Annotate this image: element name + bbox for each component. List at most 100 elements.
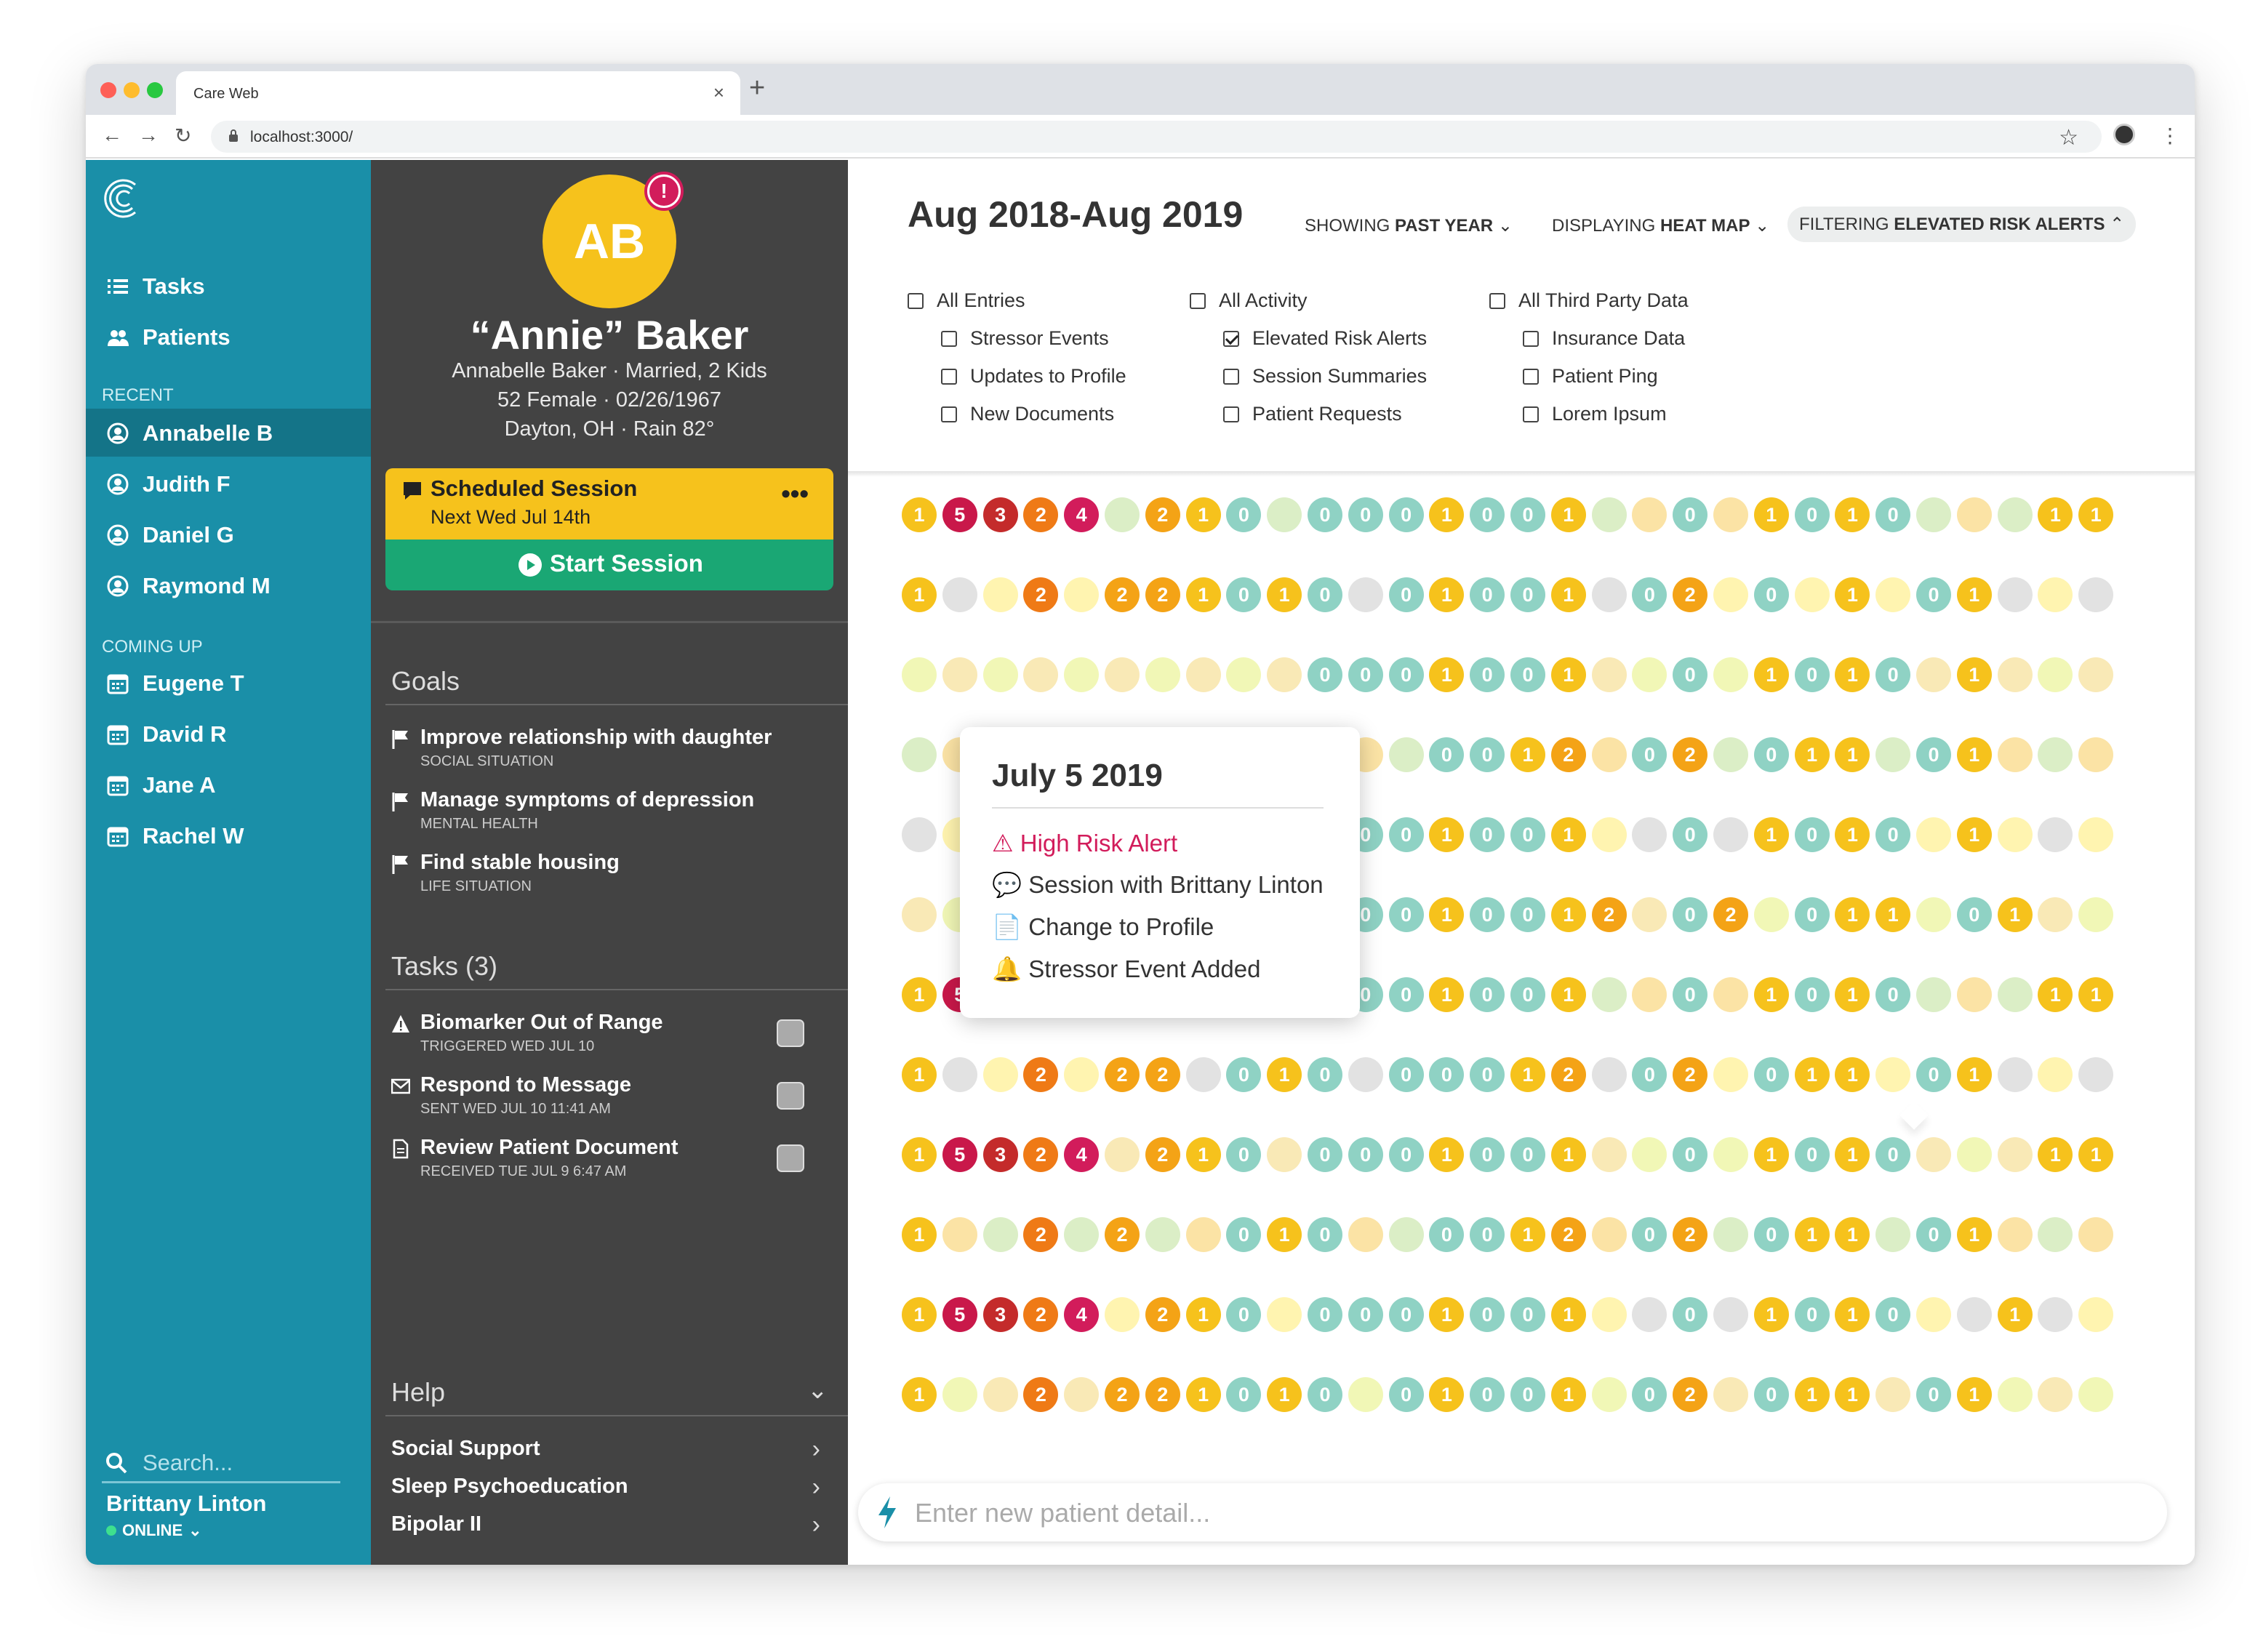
heat-cell[interactable]: 1	[1550, 1137, 1586, 1172]
sidebar-item-raymond[interactable]: Raymond M	[86, 561, 371, 609]
heat-cell[interactable]: 0	[1388, 1057, 1424, 1092]
heat-cell[interactable]	[1875, 737, 1911, 772]
heat-cell[interactable]: 0	[1308, 1297, 1342, 1332]
heat-cell[interactable]: 2	[1550, 737, 1586, 772]
heat-cell[interactable]: 0	[1875, 977, 1911, 1012]
task-item[interactable]: Respond to Message SENT WED JUL 10 11:41…	[391, 1073, 828, 1117]
heat-cell[interactable]: 3	[982, 1137, 1018, 1172]
heat-cell[interactable]: 0	[1308, 577, 1342, 612]
browser-profile-icon[interactable]	[2113, 124, 2135, 145]
heat-cell[interactable]: 1	[1429, 1137, 1465, 1172]
session-info[interactable]: Scheduled Session Next Wed Jul 14th •••	[385, 468, 833, 540]
heat-cell[interactable]: 0	[1794, 977, 1830, 1012]
filter-checkbox[interactable]: Stressor Events	[941, 327, 1109, 350]
heat-cell[interactable]: 1	[1429, 657, 1465, 692]
heat-cell[interactable]	[1632, 817, 1668, 852]
heat-cell[interactable]: 0	[1226, 1137, 1262, 1172]
heat-cell[interactable]	[1064, 1057, 1100, 1092]
user-status-dropdown[interactable]: ONLINE ⌄	[106, 1521, 202, 1540]
heat-cell[interactable]: 1	[1267, 1217, 1302, 1252]
heat-cell[interactable]: 2	[1105, 1057, 1140, 1092]
current-user-name[interactable]: Brittany Linton	[106, 1491, 266, 1517]
heat-cell[interactable]	[1997, 577, 2033, 612]
heat-cell[interactable]: 2	[1105, 1217, 1140, 1252]
heat-cell[interactable]: 0	[1429, 1057, 1465, 1092]
heat-cell[interactable]: 1	[902, 577, 937, 612]
heat-cell[interactable]: 0	[1510, 1297, 1545, 1332]
task-item[interactable]: Review Patient Document RECEIVED TUE JUL…	[391, 1136, 828, 1179]
heat-cell[interactable]	[1591, 737, 1627, 772]
url-field[interactable]: localhost:3000/ ☆	[211, 121, 2102, 153]
heat-cell[interactable]: 1	[1550, 577, 1586, 612]
heat-cell[interactable]	[982, 1057, 1018, 1092]
heat-cell[interactable]	[942, 1057, 977, 1092]
heat-cell[interactable]: 0	[1916, 577, 1951, 612]
heat-cell[interactable]	[2078, 1377, 2114, 1412]
heat-cell[interactable]: 1	[1267, 577, 1302, 612]
heat-cell[interactable]: 1	[1835, 497, 1870, 532]
heat-cell[interactable]	[1997, 737, 2033, 772]
heat-cell[interactable]	[1185, 657, 1221, 692]
heat-cell[interactable]	[1348, 1217, 1383, 1252]
heat-cell[interactable]	[2078, 1057, 2114, 1092]
browser-menu-icon[interactable]: ⋮	[2160, 124, 2180, 148]
heat-cell[interactable]: 1	[2078, 497, 2114, 532]
heat-cell[interactable]: 1	[1185, 497, 1221, 532]
heat-cell[interactable]	[1023, 657, 1059, 692]
heat-cell[interactable]	[1591, 817, 1627, 852]
heat-cell[interactable]	[1591, 1137, 1627, 1172]
heat-cell[interactable]: 2	[1145, 497, 1180, 532]
heat-cell[interactable]	[2038, 1217, 2073, 1252]
heat-cell[interactable]: 2	[1145, 1137, 1180, 1172]
heat-cell[interactable]: 0	[1470, 737, 1505, 772]
new-tab-icon[interactable]: +	[749, 73, 765, 104]
heat-cell[interactable]: 2	[1673, 1217, 1708, 1252]
heat-cell[interactable]: 1	[1267, 1057, 1302, 1092]
heat-cell[interactable]	[1875, 1377, 1911, 1412]
heat-cell[interactable]: 1	[1185, 1377, 1221, 1412]
heat-cell[interactable]: 0	[1510, 817, 1545, 852]
heat-cell[interactable]: 0	[1510, 657, 1545, 692]
heat-cell[interactable]: 1	[1550, 977, 1586, 1012]
heat-cell[interactable]: 1	[1835, 1217, 1870, 1252]
heat-cell[interactable]: 0	[1226, 1217, 1262, 1252]
heat-cell[interactable]	[1916, 1137, 1951, 1172]
heat-cell[interactable]: 0	[1308, 1217, 1342, 1252]
heat-cell[interactable]: 0	[1673, 897, 1708, 932]
heat-cell[interactable]: 0	[1673, 657, 1708, 692]
heat-cell[interactable]	[1916, 897, 1951, 932]
heat-cell[interactable]	[1875, 1217, 1911, 1252]
heat-cell[interactable]	[1713, 1137, 1748, 1172]
heat-cell[interactable]: 1	[1510, 1057, 1545, 1092]
heat-cell[interactable]	[1591, 1377, 1627, 1412]
heat-cell[interactable]: 1	[902, 1297, 937, 1332]
heat-cell[interactable]: 0	[1956, 897, 1992, 932]
start-session-button[interactable]: Start Session	[385, 540, 833, 590]
heat-cell[interactable]	[982, 1217, 1018, 1252]
heat-cell[interactable]	[1997, 1377, 2033, 1412]
heat-cell[interactable]: 1	[1956, 657, 1992, 692]
heat-cell[interactable]: 0	[1753, 1057, 1789, 1092]
heat-cell[interactable]	[1267, 497, 1302, 532]
heat-cell[interactable]: 0	[1794, 897, 1830, 932]
heat-cell[interactable]	[1916, 497, 1951, 532]
heat-cell[interactable]: 5	[942, 1297, 977, 1332]
heat-cell[interactable]: 0	[1794, 1297, 1830, 1332]
heat-cell[interactable]	[1916, 1297, 1951, 1332]
heat-cell[interactable]	[1632, 657, 1668, 692]
close-tab-icon[interactable]: ×	[713, 81, 724, 104]
heat-cell[interactable]: 1	[1835, 737, 1870, 772]
sidebar-item-jane[interactable]: Jane A	[86, 761, 371, 809]
new-patient-detail-input[interactable]: Enter new patient detail...	[858, 1483, 2167, 1541]
heat-cell[interactable]: 0	[1794, 1137, 1830, 1172]
heat-cell[interactable]: 1	[1550, 897, 1586, 932]
heat-cell[interactable]: 1	[1794, 737, 1830, 772]
heat-cell[interactable]	[1105, 657, 1140, 692]
heat-cell[interactable]: 1	[1835, 817, 1870, 852]
heat-cell[interactable]: 1	[1835, 1377, 1870, 1412]
heat-cell[interactable]: 0	[1510, 1137, 1545, 1172]
heat-cell[interactable]: 2	[1023, 1137, 1059, 1172]
heat-cell[interactable]: 0	[1470, 1057, 1505, 1092]
tooltip-item-high-risk[interactable]: ⚠ High Risk Alert	[992, 829, 1177, 857]
heat-cell[interactable]: 0	[1753, 1217, 1789, 1252]
